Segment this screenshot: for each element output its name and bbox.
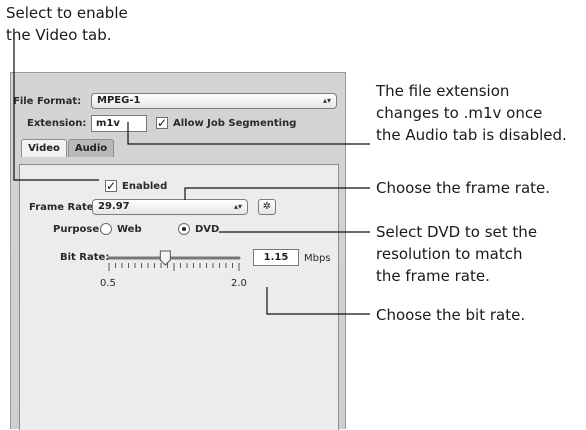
leader-enable-video	[13, 36, 99, 181]
leader-frame-rate	[184, 187, 370, 200]
leader-extension	[127, 122, 370, 145]
leader-bit-rate	[266, 287, 370, 315]
callout-leader-lines	[13, 36, 370, 315]
